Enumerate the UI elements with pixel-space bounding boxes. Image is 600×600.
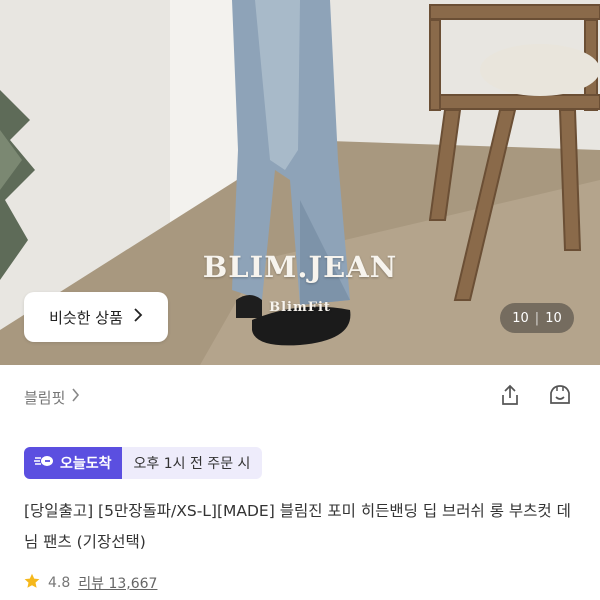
star-icon <box>24 573 40 593</box>
similar-products-label: 비슷한 상품 <box>49 308 123 327</box>
store-icon <box>547 383 573 411</box>
store-home-button[interactable] <box>544 381 576 413</box>
today-delivery-label: 오늘도착 <box>60 456 112 472</box>
share-icon <box>498 383 522 411</box>
review-count-link[interactable]: 리뷰 13,667 <box>78 573 157 593</box>
delivery-cutoff-text: 오후 1시 전 주문 시 <box>121 447 263 479</box>
fast-delivery-icon <box>34 453 54 473</box>
delivery-info: 오늘도착 오후 1시 전 주문 시 <box>24 447 263 479</box>
product-image-gallery[interactable]: BLIM.JEAN BlimFit 비슷한 상품 10 | 10 <box>0 0 600 365</box>
similar-products-button[interactable]: 비슷한 상품 <box>24 292 168 342</box>
image-counter: 10 | 10 <box>500 303 574 333</box>
image-counter-total: 10 <box>545 310 562 326</box>
store-row: 블림핏 <box>24 380 576 414</box>
chevron-right-icon <box>133 308 143 326</box>
store-actions <box>494 381 576 413</box>
watermark-title: BLIM.JEAN <box>202 250 398 284</box>
image-counter-current: 10 <box>512 310 529 326</box>
today-delivery-badge: 오늘도착 <box>24 447 122 479</box>
share-button[interactable] <box>494 381 526 413</box>
store-link[interactable]: 블림핏 <box>24 387 80 408</box>
store-name: 블림핏 <box>24 388 66 407</box>
chevron-right-icon <box>71 388 80 406</box>
product-title: [당일출고] [5만장돌파/XS-L][MADE] 블림진 포미 히든밴딩 딥 … <box>24 502 571 551</box>
rating-row: 4.8 리뷰 13,667 <box>24 573 157 593</box>
rating-score: 4.8 <box>48 575 71 591</box>
image-counter-separator: | <box>534 310 540 326</box>
